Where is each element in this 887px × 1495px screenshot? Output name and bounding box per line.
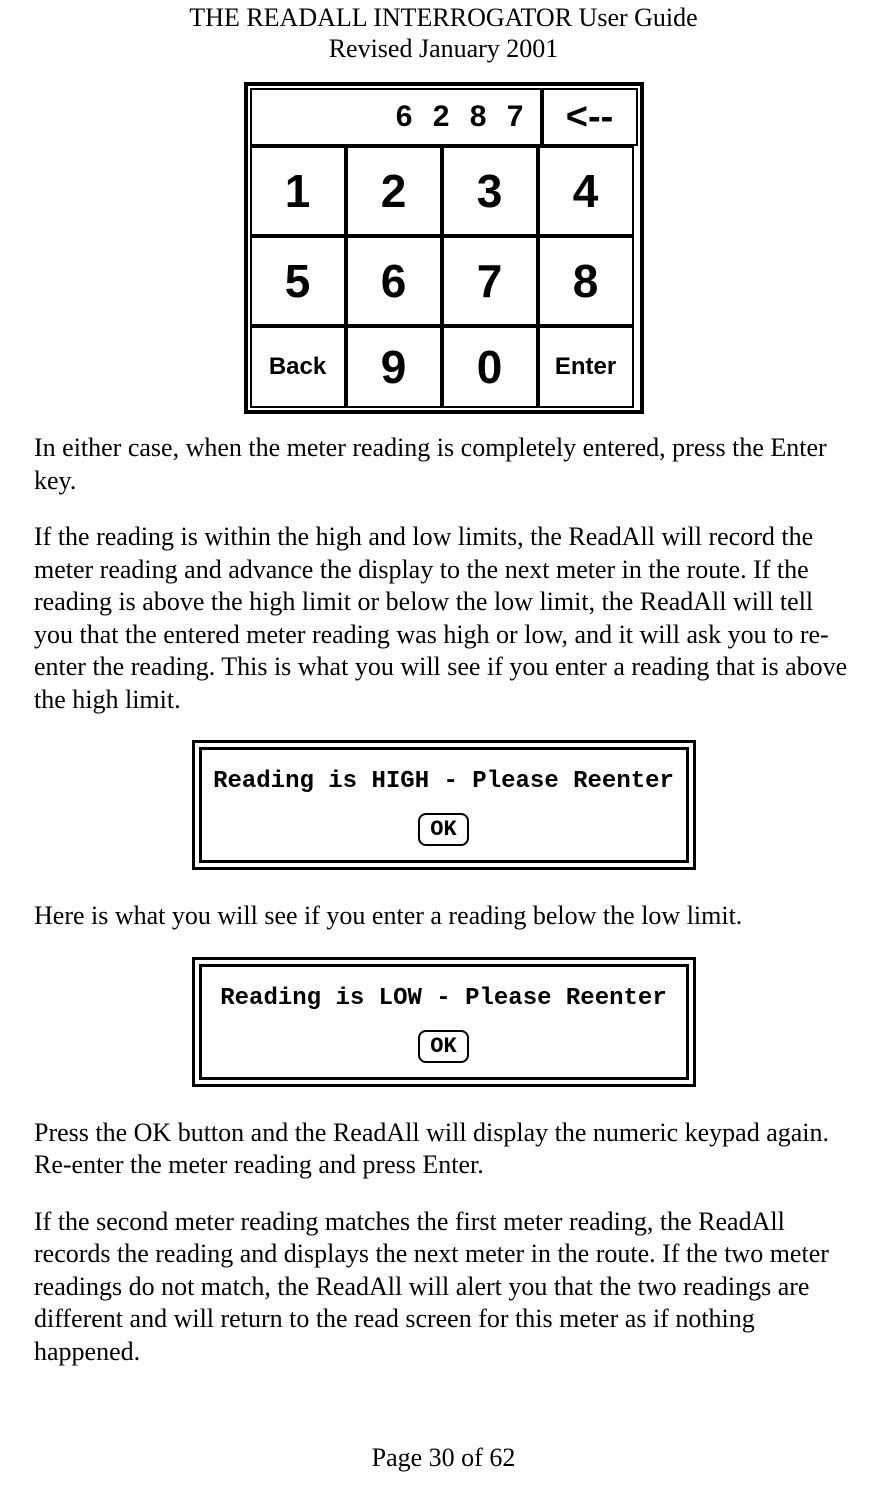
low-dialog-message: Reading is LOW - Please Reenter	[202, 985, 686, 1012]
high-dialog-ok-button[interactable]: OK	[418, 813, 468, 846]
backspace-key[interactable]: <--	[542, 88, 638, 146]
low-dialog: Reading is LOW - Please Reenter OK	[192, 957, 696, 1087]
key-2[interactable]: 2	[346, 146, 442, 236]
back-key[interactable]: Back	[250, 326, 346, 408]
high-dialog-figure: Reading is HIGH - Please Reenter OK	[32, 740, 855, 870]
doc-title: THE READALL INTERROGATOR User Guide	[32, 2, 855, 33]
paragraph-3: Here is what you will see if you enter a…	[34, 900, 853, 933]
document-page: THE READALL INTERROGATOR User Guide Revi…	[0, 0, 887, 1495]
low-dialog-figure: Reading is LOW - Please Reenter OK	[32, 957, 855, 1087]
paragraph-2: If the reading is within the high and lo…	[34, 521, 853, 716]
key-3[interactable]: 3	[442, 146, 538, 236]
high-dialog-message: Reading is HIGH - Please Reenter	[202, 768, 686, 795]
enter-key[interactable]: Enter	[538, 326, 634, 408]
paragraph-4: Press the OK button and the ReadAll will…	[34, 1117, 853, 1182]
key-1[interactable]: 1	[250, 146, 346, 236]
numeric-keypad: 6 2 8 7 <-- 1 2 3 4 5 6 7 8 Back 9 0 Ent…	[244, 82, 644, 414]
paragraph-1: In either case, when the meter reading i…	[34, 432, 853, 497]
key-8[interactable]: 8	[538, 236, 634, 326]
paragraph-5: If the second meter reading matches the …	[34, 1206, 853, 1369]
doc-subtitle: Revised January 2001	[32, 33, 855, 64]
key-5[interactable]: 5	[250, 236, 346, 326]
high-dialog: Reading is HIGH - Please Reenter OK	[192, 740, 696, 870]
page-footer: Page 30 of 62	[0, 1443, 887, 1473]
key-0[interactable]: 0	[442, 326, 538, 408]
keypad-display: 6 2 8 7	[250, 88, 542, 146]
key-6[interactable]: 6	[346, 236, 442, 326]
keypad-figure: 6 2 8 7 <-- 1 2 3 4 5 6 7 8 Back 9 0 Ent…	[32, 82, 855, 414]
page-header: THE READALL INTERROGATOR User Guide Revi…	[32, 0, 855, 64]
key-9[interactable]: 9	[346, 326, 442, 408]
key-4[interactable]: 4	[538, 146, 634, 236]
low-dialog-ok-button[interactable]: OK	[418, 1030, 468, 1063]
key-7[interactable]: 7	[442, 236, 538, 326]
